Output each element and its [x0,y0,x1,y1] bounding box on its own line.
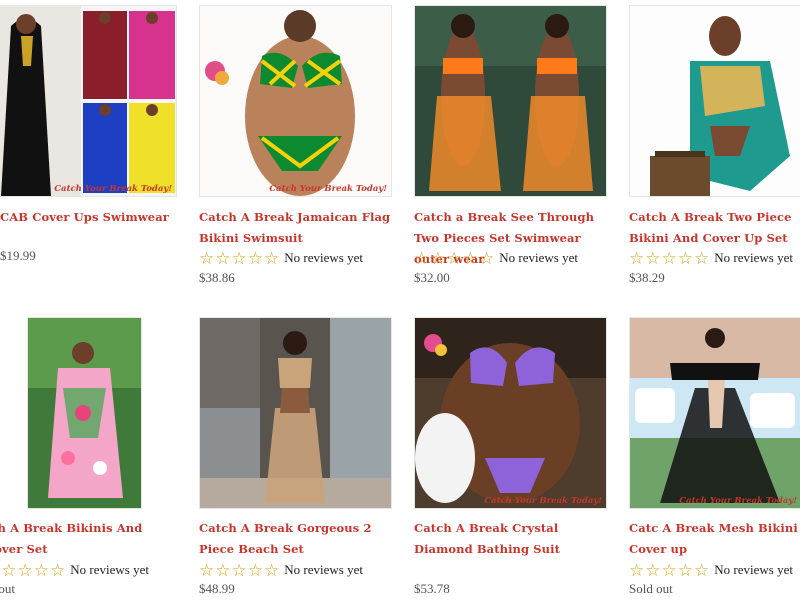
image-watermark: Catch Your Break Today! [269,184,387,194]
star-empty-icon: ☆ [199,560,215,580]
star-empty-icon: ☆ [247,248,263,268]
star-empty-icon: ☆ [479,248,495,268]
star-empty-icon: ☆ [645,560,661,580]
product-rating: ☆ ☆ ☆ ☆ ☆ No reviews yet [414,249,578,267]
star-rating: ☆ ☆ ☆ ☆ ☆ [414,250,494,267]
product-rating: ☆ ☆ ☆ ☆ ☆ No reviews yet [629,561,793,579]
star-rating: ☆ ☆ ☆ ☆ ☆ [199,562,279,579]
star-empty-icon: ☆ [414,248,430,268]
product-image[interactable]: Catch Your Break Today! [199,5,392,197]
star-rating: ☆ ☆ ☆ ☆ ☆ [629,562,709,579]
star-empty-icon: ☆ [661,560,677,580]
star-rating: ☆ ☆ ☆ ☆ ☆ [199,250,279,267]
product-photo-illustration [200,318,391,508]
star-empty-icon: ☆ [1,560,17,580]
star-empty-icon: ☆ [247,560,263,580]
product-image[interactable]: Catch Your Break Today! [414,317,607,509]
product-rating: ☆ ☆ ☆ ☆ ☆ No reviews yet [629,249,793,267]
star-empty-icon: ☆ [50,560,66,580]
product-price: $19.99 [0,248,36,263]
star-empty-icon: ☆ [661,248,677,268]
star-empty-icon: ☆ [629,248,645,268]
product-title[interactable]: CAB Cover Ups Swimwear [0,207,195,228]
product-image[interactable] [414,5,607,197]
product-price: $53.78 [414,581,450,596]
star-empty-icon: ☆ [231,248,247,268]
star-empty-icon: ☆ [462,248,478,268]
star-empty-icon: ☆ [264,560,280,580]
star-empty-icon: ☆ [645,248,661,268]
star-empty-icon: ☆ [694,248,710,268]
star-rating: ☆ ☆ ☆ ☆ ☆ [629,250,709,267]
product-image[interactable] [199,317,392,509]
review-count: No reviews yet [714,250,793,265]
review-count: No reviews yet [284,562,363,577]
review-count: No reviews yet [499,250,578,265]
product-image[interactable] [629,5,800,197]
product-price: Sold out [629,581,673,596]
product-photo-illustration [630,6,800,196]
product-price: $48.99 [199,581,235,596]
product-photo-illustration [415,6,606,196]
product-photo-illustration [28,318,141,508]
star-empty-icon: ☆ [446,248,462,268]
star-empty-icon: ☆ [231,560,247,580]
star-empty-icon: ☆ [677,248,693,268]
star-empty-icon: ☆ [199,248,215,268]
star-empty-icon: ☆ [264,248,280,268]
product-title[interactable]: Catch A Break Jamaican Flag Bikini Swims… [199,207,394,249]
product-price: $38.29 [629,270,665,285]
product-title[interactable]: Catc A Break Mesh Bikini Cover up [629,518,800,560]
review-count: No reviews yet [284,250,363,265]
product-title[interactable]: Catch A Break Crystal Diamond Bathing Su… [414,518,609,560]
image-watermark: Catch Your Break Today! [679,496,797,506]
product-price: ld out [0,581,15,596]
product-rating: ☆ ☆ ☆ ☆ ☆ No reviews yet [199,561,363,579]
image-watermark: Catch Your Break Today! [484,496,602,506]
star-empty-icon: ☆ [17,560,33,580]
product-image[interactable]: Catch Your Break Today! [0,5,177,197]
star-empty-icon: ☆ [215,248,231,268]
star-empty-icon: ☆ [215,560,231,580]
star-empty-icon: ☆ [430,248,446,268]
image-watermark: Catch Your Break Today! [54,184,172,194]
review-count: No reviews yet [714,562,793,577]
product-title[interactable]: Catch A Break Gorgeous 2 Piece Beach Set [199,518,394,560]
product-image[interactable] [27,317,142,509]
star-empty-icon: ☆ [629,560,645,580]
review-count: No reviews yet [70,562,149,577]
product-price: $38.86 [199,270,235,285]
star-empty-icon: ☆ [694,560,710,580]
product-price: $32.00 [414,270,450,285]
product-photo-illustration [0,6,175,196]
product-title[interactable]: Catch A Break Two Piece Bikini And Cover… [629,207,800,249]
star-rating: ☆ ☆ ☆ ☆ ☆ [0,562,65,579]
product-photo-illustration [630,318,800,508]
product-photo-illustration [415,318,606,508]
star-empty-icon: ☆ [677,560,693,580]
product-rating: ☆ ☆ ☆ ☆ ☆ No reviews yet [0,561,149,579]
product-photo-illustration [200,6,391,196]
product-rating: ☆ ☆ ☆ ☆ ☆ No reviews yet [199,249,363,267]
star-empty-icon: ☆ [33,560,49,580]
product-image[interactable]: Catch Your Break Today! [629,317,800,509]
product-title[interactable]: tch A Break Bikinis And Cover Set [0,518,180,560]
